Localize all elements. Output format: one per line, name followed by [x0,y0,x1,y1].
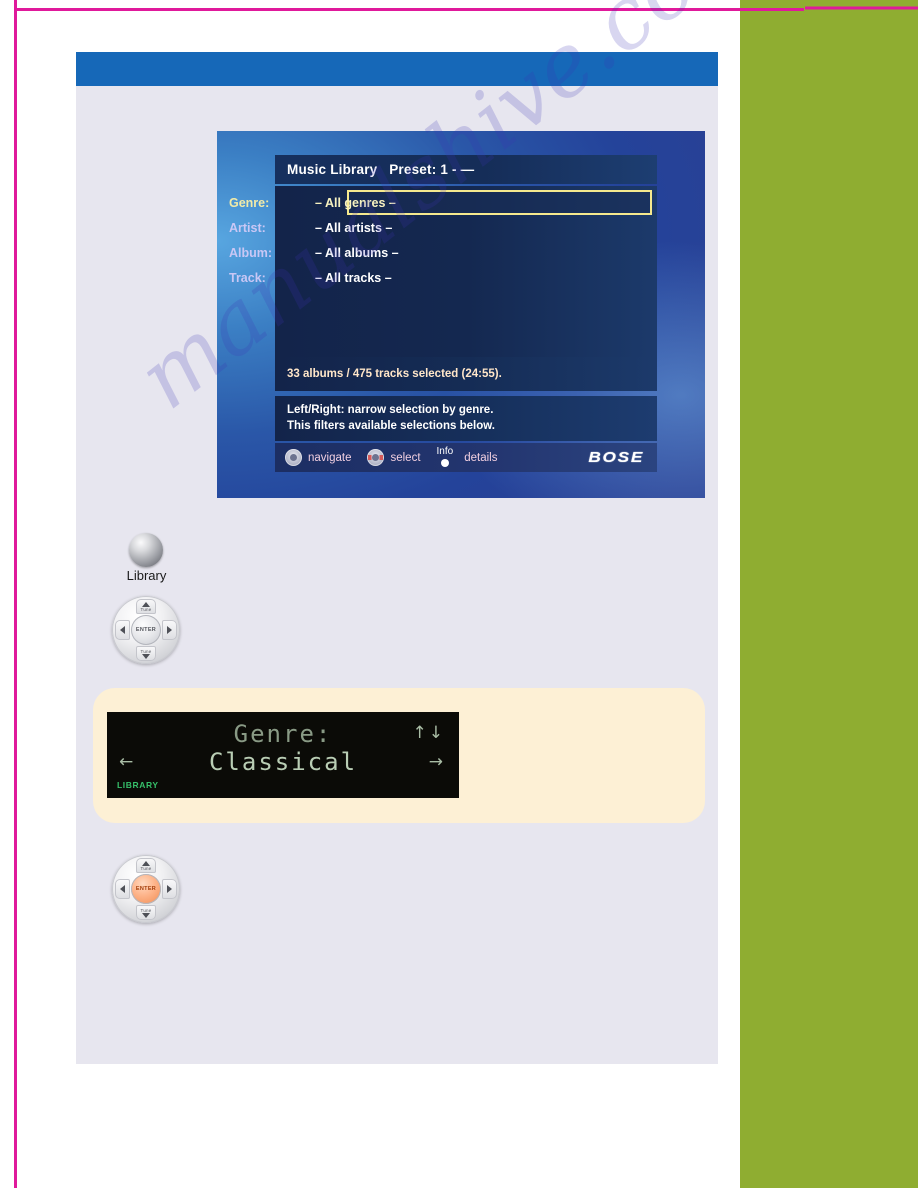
device-lcd-left-arrow-icon: ← [119,752,134,772]
osd-footer-select: select [367,449,421,466]
navpad-enter-button[interactable]: ENTER [131,615,161,645]
info-dot-icon [440,458,449,467]
device-lcd-line-1: Genre: [233,720,333,748]
osd-label-track: Track: [229,271,266,285]
page-header-bar [76,52,718,86]
navpad-right-button[interactable] [162,620,177,640]
info-button-icon: Info [436,445,454,467]
info-button-label: Info [436,445,454,457]
arrow-down-icon [142,653,150,659]
osd-row-genre[interactable]: Genre: – All genres – [229,193,589,213]
device-lcd-line-2: Classical [208,748,358,776]
navpad-lower-right-button[interactable] [162,879,177,899]
navpad-enter-label: ENTER [135,627,157,633]
navpad-lower-up-button[interactable]: Tune [136,858,156,873]
osd-label-artist: Artist: [229,221,266,235]
navpad-lower-enter-label: ENTER [135,886,157,892]
navpad-select-icon [367,449,385,466]
osd-value-genre: – All genres – [315,196,396,210]
osd-help-line-1: Left/Right: narrow selection by genre. [287,404,494,416]
library-button[interactable] [129,533,163,567]
green-side-band [740,0,918,1188]
osd-value-track: – All tracks – [315,271,392,285]
osd-value-album: – All albums – [315,246,399,260]
osd-footer-details-label: details [464,451,498,464]
navigation-pad-upper[interactable]: Tune Tune ENTER [112,596,180,664]
navpad-lower-up-label: Tune [140,865,152,871]
tv-osd-screen: Music Library Preset: 1 - — Genre: – All… [217,131,705,498]
page-root: Music Library Preset: 1 - — Genre: – All… [0,0,918,1188]
osd-status-bar: 33 albums / 475 tracks selected (24:55). [275,357,657,391]
osd-value-artist: – All artists – [315,221,393,235]
navpad-left-button[interactable] [115,620,130,640]
arrow-left-icon [120,885,125,893]
arrow-left-icon [120,626,125,634]
library-button-label: Library [126,568,167,583]
navpad-lower-down-button[interactable]: Tune [136,905,156,920]
arrow-right-icon [167,626,172,634]
device-lcd-right-arrow-icon: → [428,752,443,772]
osd-title-bar: Music Library Preset: 1 - — [275,155,657,184]
arrow-down-icon [142,912,150,918]
device-lcd-source-indicator: LIBRARY [117,780,159,790]
osd-label-album: Album: [229,246,273,260]
osd-row-track[interactable]: Track: – All tracks – [229,268,589,288]
device-lcd-updown-arrows-icon: ↑↓ [412,723,445,743]
navpad-up-label: Tune [140,606,152,612]
navpad-lower-enter-button[interactable]: ENTER [131,874,161,904]
navpad-up-button[interactable]: Tune [136,599,156,614]
navpad-lower-left-button[interactable] [115,879,130,899]
osd-help-line-2: This filters available selections below. [287,419,495,432]
osd-help-box: Left/Right: narrow selection by genre. T… [275,396,657,441]
page-border-left [14,0,17,1188]
osd-status-text: 33 albums / 475 tracks selected (24:55). [287,368,502,380]
osd-row-artist[interactable]: Artist: – All artists – [229,218,589,238]
bose-logo: BOSE [588,449,645,466]
navpad-icon [285,449,302,466]
arrow-right-icon [167,885,172,893]
osd-footer-navigate: navigate [285,449,351,466]
osd-label-genre: Genre: [229,196,270,210]
navpad-down-button[interactable]: Tune [136,646,156,661]
osd-footer-bar: navigate select Info details BOSE [275,443,657,472]
navigation-pad-lower[interactable]: Tune Tune ENTER [112,855,180,923]
osd-title: Music Library Preset: 1 - — [287,162,475,177]
device-lcd-display: Genre: Classical ↑↓ → ← LIBRARY [107,712,459,798]
osd-row-album[interactable]: Album: – All albums – [229,243,589,263]
osd-footer-navigate-label: navigate [308,451,352,464]
page-border-top [14,8,804,11]
osd-footer-select-label: select [390,451,421,464]
osd-footer-details: Info details [436,445,498,467]
